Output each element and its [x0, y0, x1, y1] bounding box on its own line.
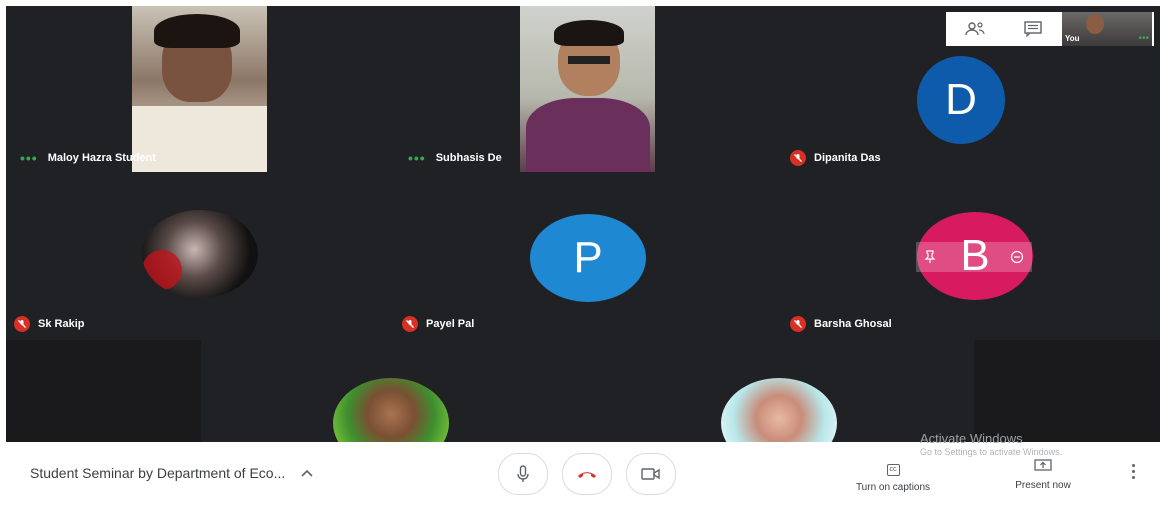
participant-tile-bottom-right[interactable] — [589, 340, 974, 442]
camera-button[interactable] — [626, 453, 676, 495]
present-icon — [1034, 459, 1052, 471]
participant-tile-sk-rakip[interactable]: Sk Rakip — [6, 172, 391, 340]
chevron-up-icon[interactable] — [301, 469, 313, 477]
participant-video — [132, 6, 267, 172]
participant-name-bar: Sk Rakip — [14, 316, 84, 332]
participant-video — [520, 6, 655, 172]
participant-name-bar: ••• Maloy Hazra Student — [20, 150, 156, 166]
participant-avatar — [142, 210, 258, 298]
speaking-indicator-icon: ••• — [20, 150, 38, 166]
meeting-title: Student Seminar by Department of Eco... — [30, 465, 286, 481]
captions-icon: cc — [886, 464, 900, 476]
end-call-icon — [576, 469, 598, 479]
more-options-icon[interactable] — [1132, 464, 1135, 479]
participant-tile-bottom-left[interactable] — [6, 340, 201, 442]
participant-avatar — [333, 378, 449, 442]
participant-name: Barsha Ghosal — [814, 318, 892, 330]
participant-tile-bottom-middle[interactable] — [201, 340, 586, 442]
participant-name: Sk Rakip — [38, 318, 85, 330]
meeting-stage: ••• Maloy Hazra Student ••• Subhasis De … — [6, 6, 1160, 442]
microphone-icon — [517, 465, 529, 483]
speaking-indicator-icon: ••• — [408, 150, 426, 166]
speaking-indicator-icon: ••• — [1138, 33, 1149, 44]
participant-name: Dipanita Das — [814, 152, 881, 164]
microphone-button[interactable] — [498, 453, 548, 495]
participant-name: Payel Pal — [426, 318, 475, 330]
chat-icon[interactable] — [1004, 21, 1062, 37]
participant-tile-maloy[interactable]: ••• Maloy Hazra Student — [6, 6, 391, 172]
mic-off-icon — [790, 316, 806, 332]
participant-tile-payel[interactable]: P Payel Pal — [394, 172, 779, 340]
mic-off-icon — [14, 316, 30, 332]
tile-hover-controls — [916, 242, 1032, 272]
participant-avatar: P — [530, 214, 646, 302]
top-right-panel: You ••• — [946, 12, 1154, 46]
captions-label: Turn on captions — [855, 482, 931, 493]
bottom-control-bar: Student Seminar by Department of Eco... … — [6, 431, 1160, 502]
participant-name-bar: Dipanita Das — [790, 150, 881, 166]
participant-name-bar: Payel Pal — [402, 316, 474, 332]
participant-tile-barsha[interactable]: B Barsha Ghosal — [782, 172, 1160, 340]
present-now-label: Present now — [1015, 480, 1071, 491]
participant-avatar — [721, 378, 837, 442]
present-now-button[interactable]: Present now — [998, 458, 1088, 491]
remove-icon[interactable] — [1010, 250, 1024, 264]
leave-call-button[interactable] — [562, 453, 612, 495]
self-view-thumbnail[interactable]: You ••• — [1062, 12, 1152, 46]
activate-windows-title: Activate Windows — [920, 431, 1023, 446]
camera-icon — [641, 467, 661, 481]
mic-off-icon — [402, 316, 418, 332]
participant-name-bar: ••• Subhasis De — [408, 150, 502, 166]
pin-icon[interactable] — [924, 250, 936, 264]
participant-name: Subhasis De — [435, 152, 502, 164]
self-view-label: You — [1065, 34, 1080, 43]
participant-tile-bottom-far-right[interactable] — [974, 340, 1160, 442]
activate-windows-subtitle: Go to Settings to activate Windows. — [920, 447, 1063, 457]
participant-name: Maloy Hazra Student — [47, 152, 156, 164]
people-icon[interactable] — [946, 21, 1004, 37]
participant-name-bar: Barsha Ghosal — [790, 316, 892, 332]
participant-avatar: D — [917, 56, 1005, 144]
mic-off-icon — [790, 150, 806, 166]
participant-tile-subhasis[interactable]: ••• Subhasis De — [394, 6, 779, 172]
captions-button[interactable]: cc Turn on captions — [838, 458, 948, 493]
meeting-details[interactable]: Student Seminar by Department of Eco... — [30, 465, 313, 481]
